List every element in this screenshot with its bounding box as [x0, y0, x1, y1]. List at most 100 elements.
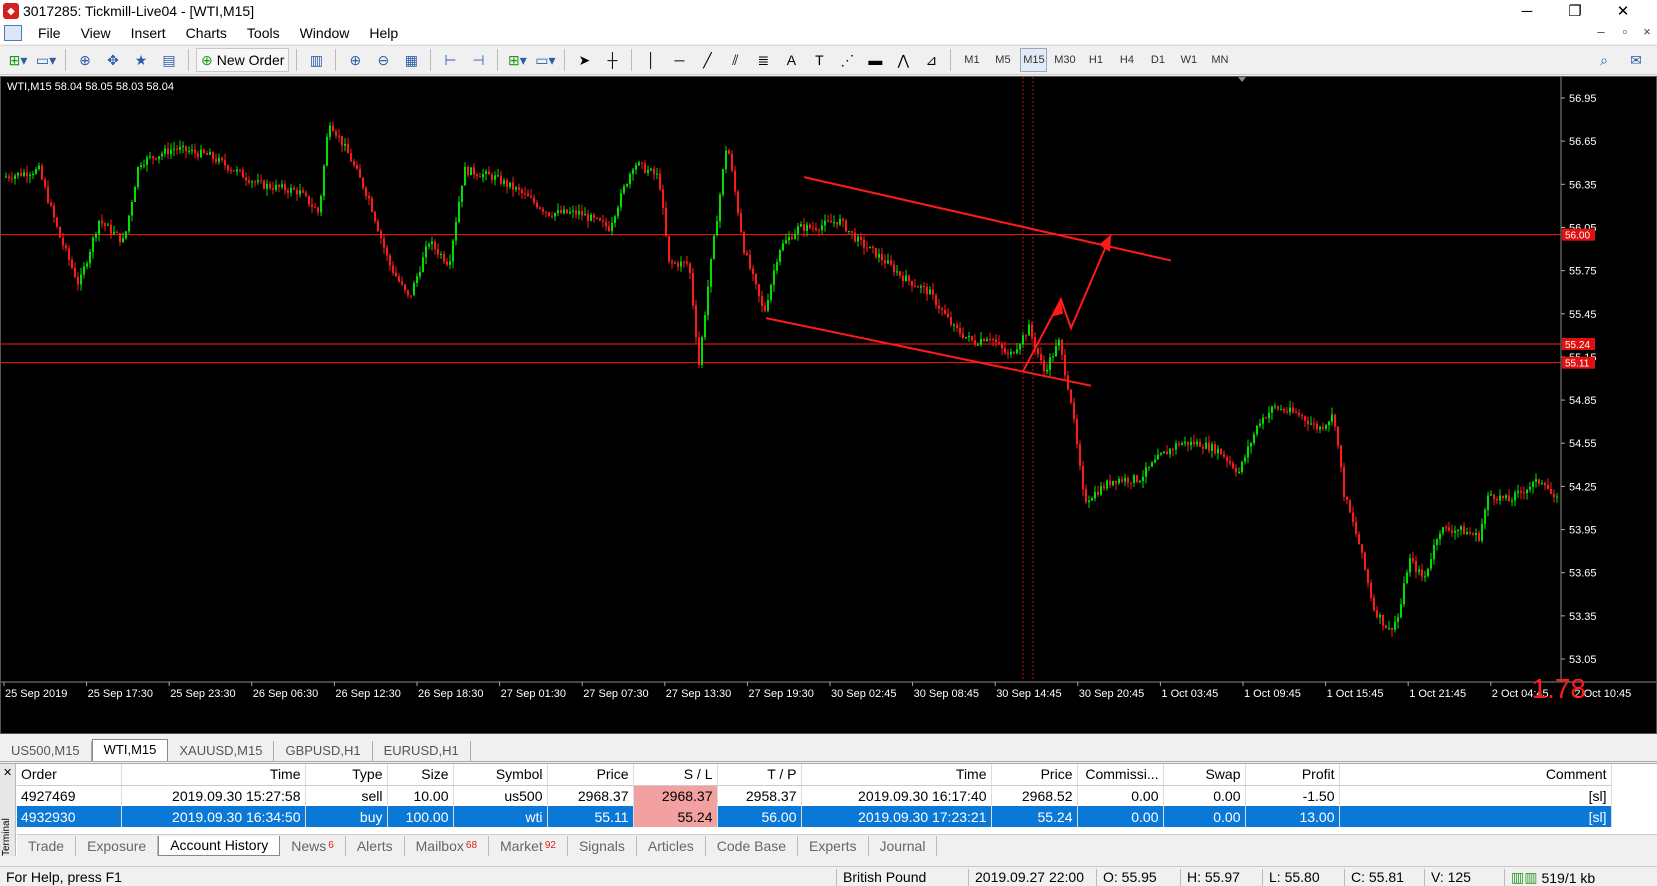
col-size[interactable]: Size [387, 764, 454, 786]
candle-body [434, 241, 436, 250]
candle-body [383, 238, 385, 248]
col-swap[interactable]: Swap [1163, 764, 1246, 786]
zoom-in-icon[interactable]: ⊕ [343, 48, 367, 72]
timeframe-h1[interactable]: H1 [1082, 48, 1109, 72]
tab-articles[interactable]: Articles [637, 835, 706, 856]
autoscroll-icon[interactable]: ⊣ [466, 48, 490, 72]
candle-body [857, 236, 859, 242]
minimize-button[interactable]: ─ [1504, 0, 1550, 22]
profiles-icon[interactable]: ▭▾ [34, 48, 58, 72]
zoom-out-icon[interactable]: ⊖ [371, 48, 395, 72]
col-close-price[interactable]: Price [991, 764, 1078, 786]
document-icon[interactable] [4, 25, 22, 41]
close-price: 55.24 [991, 806, 1078, 827]
table-row[interactable]: 4932930 2019.09.30 16:34:50 buy 100.00 w… [17, 806, 1612, 827]
menu-charts[interactable]: Charts [176, 25, 237, 41]
tab-mailbox[interactable]: Mailbox 68 [405, 835, 490, 856]
navigator-icon[interactable]: ✥ [101, 48, 125, 72]
col-comment[interactable]: Comment [1339, 764, 1612, 786]
tab-exposure[interactable]: Exposure [76, 835, 159, 856]
market-watch-icon[interactable]: ⊕ [73, 48, 97, 72]
timeframe-mn[interactable]: MN [1206, 48, 1233, 72]
chart-tab-us500[interactable]: US500,M15 [0, 741, 92, 761]
text-icon[interactable]: A [779, 48, 803, 72]
tab-signals[interactable]: Signals [568, 835, 637, 856]
trendline-icon[interactable]: ╱ [695, 48, 719, 72]
col-symbol[interactable]: Symbol [453, 764, 548, 786]
terminal-close-icon[interactable]: ✕ [3, 766, 12, 779]
vertical-line-icon[interactable]: │ [639, 48, 663, 72]
tab-journal[interactable]: Journal [869, 835, 938, 856]
timeframe-m30[interactable]: M30 [1051, 48, 1078, 72]
text-label-icon[interactable]: T [807, 48, 831, 72]
chart-shift-icon[interactable]: ⊢ [438, 48, 462, 72]
new-order-button[interactable]: ⊕ New Order [196, 48, 290, 72]
horizontal-line-icon[interactable]: ─ [667, 48, 691, 72]
shapes-icon[interactable]: ▬ [863, 48, 887, 72]
gann-icon[interactable]: ⋰ [835, 48, 859, 72]
candle-body [1268, 412, 1270, 419]
timeframe-m15[interactable]: M15 [1020, 48, 1048, 72]
timeframe-m1[interactable]: M1 [958, 48, 985, 72]
col-type[interactable]: Type [305, 764, 388, 786]
close-button[interactable]: ✕ [1600, 0, 1646, 22]
price-chart[interactable]: 56.9556.6556.3556.0555.7555.4555.1554.85… [0, 76, 1657, 734]
menu-window[interactable]: Window [290, 25, 360, 41]
templates-icon[interactable]: ▭▾ [533, 48, 557, 72]
crosshair-icon[interactable]: ┼ [600, 48, 624, 72]
tab-account-history[interactable]: Account History [158, 835, 281, 856]
chart-tab-gbpusd[interactable]: GBPUSD,H1 [274, 741, 373, 761]
menu-insert[interactable]: Insert [121, 25, 176, 41]
chart-tab-eurusd[interactable]: EURUSD,H1 [373, 741, 471, 761]
tab-news[interactable]: News 6 [280, 835, 346, 856]
terminal-icon[interactable]: ▤ [157, 48, 181, 72]
timeframe-m5[interactable]: M5 [989, 48, 1016, 72]
col-commission[interactable]: Commissi... [1077, 764, 1164, 786]
timeframe-h4[interactable]: H4 [1113, 48, 1140, 72]
tab-code-base[interactable]: Code Base [706, 835, 799, 856]
candle-body [1373, 597, 1375, 611]
tile-windows-icon[interactable]: ▦ [399, 48, 423, 72]
col-sl[interactable]: S / L [633, 764, 718, 786]
new-chart-icon[interactable]: ⊞ ▾ [6, 48, 30, 72]
col-tp[interactable]: T / P [717, 764, 802, 786]
elliott-icon[interactable]: ⋀ [891, 48, 915, 72]
favorites-icon[interactable]: ★ [129, 48, 153, 72]
chart-tab-wti[interactable]: WTI,M15 [91, 739, 169, 761]
menu-view[interactable]: View [71, 25, 121, 41]
timeframe-w1[interactable]: W1 [1175, 48, 1202, 72]
time-tick-label: 26 Sep 06:30 [253, 688, 318, 700]
menu-tools[interactable]: Tools [237, 25, 290, 41]
chat-icon[interactable]: ✉ [1624, 48, 1648, 72]
candle-body [512, 182, 514, 190]
menu-file[interactable]: File [28, 25, 71, 41]
child-close-button[interactable]: × [1634, 24, 1657, 39]
algo-trading-icon[interactable]: ▥ [304, 48, 328, 72]
channel-icon[interactable]: ⫽ [723, 48, 747, 72]
fibonacci-icon[interactable]: ≣ [751, 48, 775, 72]
col-profit[interactable]: Profit [1245, 764, 1340, 786]
child-minimize-button[interactable]: – [1588, 24, 1614, 39]
menu-help[interactable]: Help [359, 25, 408, 41]
tab-trade[interactable]: Trade [17, 835, 77, 856]
candle-body [1115, 480, 1117, 484]
arrows-icon[interactable]: ⊿ [919, 48, 943, 72]
col-order[interactable]: Order [17, 764, 122, 786]
timeframe-d1[interactable]: D1 [1144, 48, 1171, 72]
col-price[interactable]: Price [547, 764, 634, 786]
tab-market[interactable]: Market 92 [489, 835, 568, 856]
chart-tab-xauusd[interactable]: XAUUSD,M15 [168, 741, 275, 761]
candle-body [530, 196, 532, 198]
col-close-time[interactable]: Time [801, 764, 992, 786]
cursor-icon[interactable]: ➤ [572, 48, 596, 72]
tab-alerts[interactable]: Alerts [346, 835, 405, 856]
tab-experts[interactable]: Experts [798, 835, 869, 856]
indicators-icon[interactable]: ⊞ ▾ [505, 48, 529, 72]
candle-body [446, 261, 448, 265]
chart-canvas[interactable]: 56.9556.6556.3556.0555.7555.4555.1554.85… [1, 77, 1656, 733]
search-icon[interactable]: ⌕ [1592, 48, 1616, 72]
table-row[interactable]: 4927469 2019.09.30 15:27:58 sell 10.00 u… [17, 785, 1612, 806]
restore-button[interactable]: ❐ [1552, 0, 1598, 22]
candle-body [785, 240, 787, 244]
col-time[interactable]: Time [121, 764, 306, 786]
